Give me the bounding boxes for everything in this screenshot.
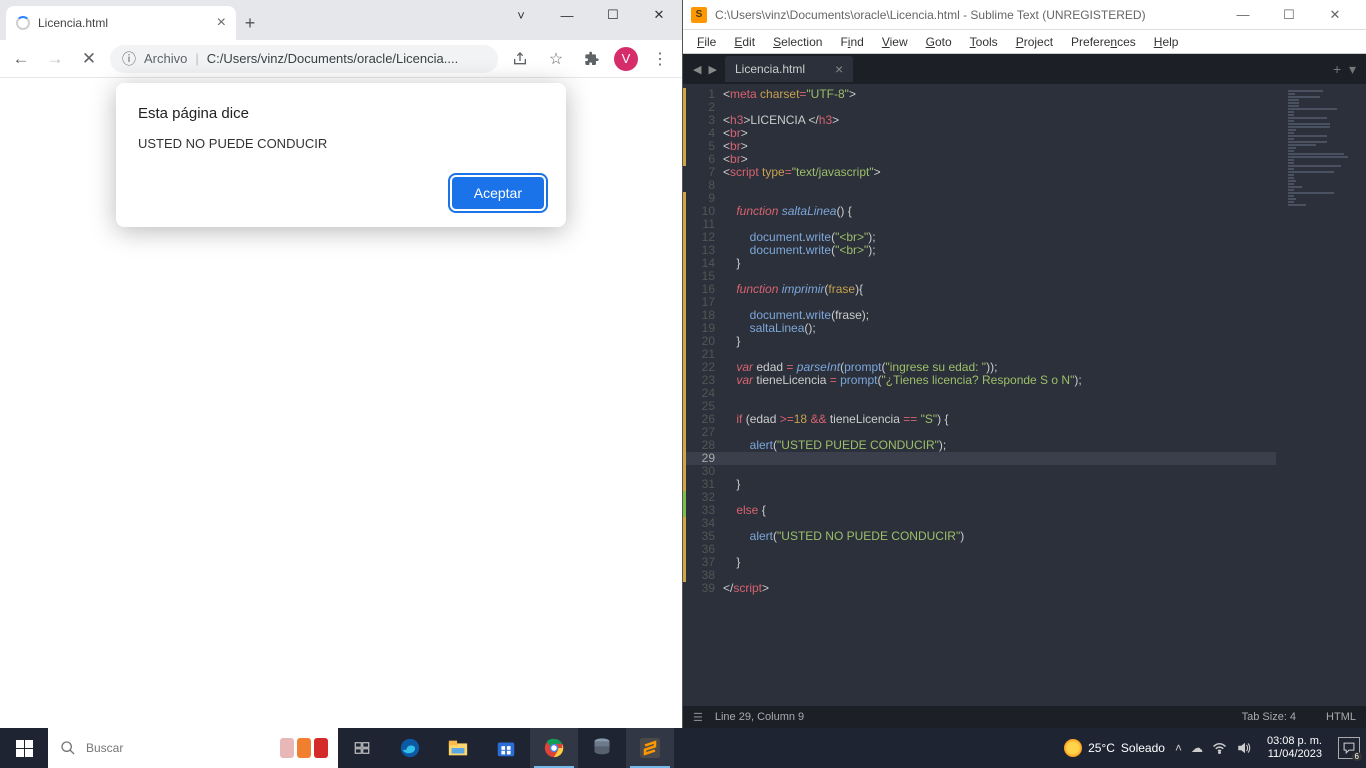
taskbar-search[interactable]: Buscar: [48, 728, 338, 768]
minimap[interactable]: [1276, 84, 1366, 706]
menu-project[interactable]: Project: [1008, 33, 1061, 51]
chrome-address-bar: ← → ✕ ⓘ Archivo | C:/Users/vinz/Document…: [0, 40, 682, 78]
stop-reload-button[interactable]: ✕: [76, 46, 102, 72]
menu-edit[interactable]: Edit: [726, 33, 763, 51]
bookmark-icon[interactable]: ☆: [542, 49, 570, 69]
sublime-statusbar: ☰ Line 29, Column 9 Tab Size: 4 HTML: [683, 706, 1366, 728]
modification-bar: [683, 84, 686, 706]
taskbar-clock[interactable]: 03:08 p. m. 11/04/2023: [1261, 735, 1328, 761]
taskbar-app-explorer[interactable]: [434, 728, 482, 768]
chrome-page-content: Esta página dice USTED NO PUEDE CONDUCIR…: [0, 78, 682, 728]
javascript-alert-dialog: Esta página dice USTED NO PUEDE CONDUCIR…: [116, 83, 566, 227]
editor-tab-name: Licencia.html: [735, 62, 805, 76]
address-field[interactable]: ⓘ Archivo | C:/Users/vinz/Documents/orac…: [110, 45, 498, 73]
notification-badge: 6: [1352, 752, 1362, 761]
chrome-tabbar: Licencia.html × + ˅ — ☐ ✕: [0, 0, 682, 40]
chrome-menu-icon[interactable]: ⋮: [646, 49, 674, 69]
clock-date: 11/04/2023: [1267, 748, 1322, 761]
menu-find[interactable]: Find: [832, 33, 871, 51]
menu-file[interactable]: File: [689, 33, 724, 51]
sublime-titlebar[interactable]: S C:\Users\vinz\Documents\oracle\Licenci…: [683, 0, 1366, 30]
menu-tools[interactable]: Tools: [962, 33, 1006, 51]
search-icon: [60, 740, 76, 756]
start-button[interactable]: [0, 728, 48, 768]
extensions-icon[interactable]: [578, 51, 606, 67]
address-scheme-label: Archivo: [144, 51, 187, 66]
sublime-close-button[interactable]: ✕: [1312, 7, 1358, 23]
notification-center-icon[interactable]: 6: [1338, 737, 1360, 759]
site-info-icon[interactable]: ⓘ: [122, 49, 136, 69]
menu-selection[interactable]: Selection: [765, 33, 830, 51]
search-decoration-icon: [280, 738, 328, 758]
address-url: C:/Users/vinz/Documents/oracle/Licencia.…: [207, 51, 486, 66]
menu-view[interactable]: View: [874, 33, 916, 51]
menu-help[interactable]: Help: [1146, 33, 1187, 51]
tray-wifi-icon[interactable]: [1212, 742, 1227, 754]
new-tab-button[interactable]: +: [236, 6, 264, 40]
windows-logo-icon: [16, 740, 33, 757]
sublime-nav-arrows[interactable]: ◀ ▶: [687, 63, 725, 76]
sublime-minimize-button[interactable]: —: [1220, 7, 1266, 23]
taskbar-pinned-apps: [338, 728, 674, 768]
sublime-tab-overflow[interactable]: + ▾: [1333, 61, 1366, 78]
tab-title: Licencia.html: [38, 16, 209, 30]
sublime-app-icon: S: [691, 7, 707, 23]
task-view-button[interactable]: [338, 728, 386, 768]
status-tab-size[interactable]: Tab Size: 4: [1242, 711, 1296, 723]
sun-icon: [1064, 739, 1082, 757]
editor-tab-close-icon[interactable]: ×: [835, 61, 843, 77]
tray-volume-icon[interactable]: [1236, 741, 1251, 755]
statusbar-menu-icon[interactable]: ☰: [693, 711, 703, 724]
chrome-maximize-button[interactable]: ☐: [590, 0, 636, 30]
status-syntax[interactable]: HTML: [1326, 711, 1356, 723]
search-placeholder: Buscar: [86, 741, 123, 755]
tray-onedrive-icon[interactable]: ☁: [1191, 741, 1203, 755]
close-tab-icon[interactable]: ×: [217, 15, 226, 31]
sublime-menubar: File Edit Selection Find View Goto Tools…: [683, 30, 1366, 54]
weather-temp: 25°C: [1088, 741, 1115, 755]
taskbar-app-database[interactable]: [578, 728, 626, 768]
weather-widget[interactable]: 25°C Soleado: [1064, 739, 1165, 757]
clock-time: 03:08 p. m.: [1267, 735, 1322, 748]
sublime-maximize-button[interactable]: ☐: [1266, 7, 1312, 23]
chrome-window-controls: ˅ — ☐ ✕: [498, 0, 682, 30]
forward-button: →: [42, 46, 68, 72]
chrome-window: Licencia.html × + ˅ — ☐ ✕ ← → ✕ ⓘ Archiv…: [0, 0, 683, 728]
menu-goto[interactable]: Goto: [918, 33, 960, 51]
tray-overflow-icon[interactable]: ˄: [1175, 741, 1182, 755]
chrome-close-button[interactable]: ✕: [636, 0, 682, 30]
taskbar-app-chrome[interactable]: [530, 728, 578, 768]
sublime-tabbar: ◀ ▶ Licencia.html × + ▾: [683, 54, 1366, 84]
browser-tab[interactable]: Licencia.html ×: [6, 6, 236, 40]
line-gutter[interactable]: 1234567891011121314151617181920212223242…: [683, 84, 723, 706]
dialog-message: USTED NO PUEDE CONDUCIR: [138, 136, 544, 151]
back-button[interactable]: ←: [8, 46, 34, 72]
chrome-minimize-button[interactable]: —: [544, 0, 590, 30]
taskbar-system-tray: 25°C Soleado ˄ ☁ 03:08 p. m. 11/04/2023 …: [1064, 728, 1366, 768]
dialog-title: Esta página dice: [138, 105, 544, 122]
share-icon[interactable]: [506, 51, 534, 67]
sublime-title-text: C:\Users\vinz\Documents\oracle\Licencia.…: [715, 8, 1146, 22]
taskbar-app-sublime[interactable]: [626, 728, 674, 768]
editor-tab[interactable]: Licencia.html ×: [725, 56, 853, 82]
taskbar-app-store[interactable]: [482, 728, 530, 768]
profile-avatar[interactable]: V: [614, 47, 638, 71]
code-editor[interactable]: <meta charset="UTF-8"> <h3>LICENCIA </h3…: [723, 84, 1276, 706]
windows-taskbar: Buscar 25°C Soleado: [0, 728, 1366, 768]
sublime-editor-body: 1234567891011121314151617181920212223242…: [683, 84, 1366, 706]
status-cursor-position[interactable]: Line 29, Column 9: [715, 711, 804, 723]
weather-desc: Soleado: [1121, 741, 1165, 755]
chrome-chevron-icon[interactable]: ˅: [498, 0, 544, 30]
loading-spinner-icon: [16, 16, 30, 30]
menu-preferences[interactable]: Preferences: [1063, 33, 1144, 51]
sublime-window: S C:\Users\vinz\Documents\oracle\Licenci…: [683, 0, 1366, 728]
dialog-accept-button[interactable]: Aceptar: [452, 177, 544, 209]
taskbar-app-edge[interactable]: [386, 728, 434, 768]
